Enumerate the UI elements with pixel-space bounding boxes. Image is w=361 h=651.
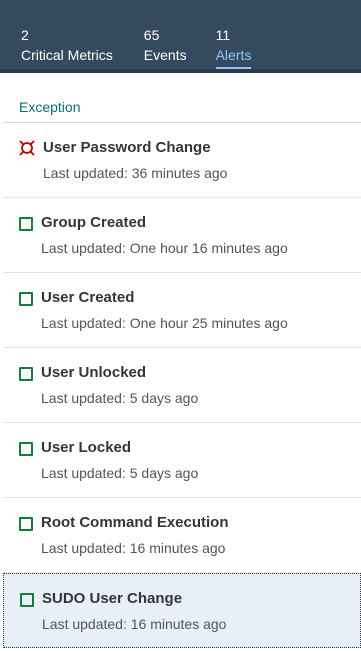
item-subtitle: Last updated: One hour 16 minutes ago <box>41 240 288 256</box>
list-item[interactable]: Root Command Execution Last updated: 16 … <box>3 498 361 573</box>
tab-label: Alerts <box>215 47 252 63</box>
item-subtitle: Last updated: 36 minutes ago <box>43 165 228 181</box>
tab-alerts[interactable]: 11 Alerts <box>215 25 252 69</box>
alert-list: User Password Change Last updated: 36 mi… <box>0 123 361 648</box>
item-subtitle: Last updated: 5 days ago <box>41 390 199 406</box>
tab-events[interactable]: 65 Events <box>144 25 187 65</box>
status-square-icon <box>19 292 33 306</box>
item-title: User Unlocked <box>41 364 147 381</box>
app-header: 2 Critical Metrics 65 Events 11 Alerts <box>0 0 361 73</box>
list-item[interactable]: User Password Change Last updated: 36 mi… <box>3 123 361 198</box>
tab-label: Events <box>143 47 187 63</box>
list-item[interactable]: User Locked Last updated: 5 days ago <box>3 423 361 498</box>
critical-alert-icon <box>18 139 36 157</box>
item-title: User Password Change <box>43 139 211 156</box>
group-header: Exception <box>3 73 361 123</box>
list-item[interactable]: User Unlocked Last updated: 5 days ago <box>3 348 361 423</box>
item-subtitle: Last updated: One hour 25 minutes ago <box>41 315 288 331</box>
tab-label: Critical Metrics <box>21 47 113 63</box>
list-item[interactable]: Group Created Last updated: One hour 16 … <box>3 198 361 273</box>
status-square-icon <box>19 217 33 231</box>
item-title: User Locked <box>41 439 132 456</box>
status-square-icon <box>19 367 33 381</box>
status-square-icon <box>19 517 33 531</box>
item-title: Root Command Execution <box>41 514 229 531</box>
tab-critical-metrics[interactable]: 2 Critical Metrics <box>21 25 113 65</box>
item-title: User Created <box>41 289 135 306</box>
tab-count: 65 <box>143 27 160 43</box>
list-item[interactable]: User Created Last updated: One hour 25 m… <box>3 273 361 348</box>
tab-count: 11 <box>215 27 231 43</box>
item-subtitle: Last updated: 16 minutes ago <box>41 540 226 556</box>
tab-count: 2 <box>21 27 29 43</box>
group-title: Exception <box>19 99 81 115</box>
item-subtitle: Last updated: 16 minutes ago <box>42 616 227 632</box>
item-title: SUDO User Change <box>42 590 183 607</box>
item-title: Group Created <box>41 214 147 231</box>
status-square-icon <box>19 442 33 456</box>
tab-bar: 2 Critical Metrics 65 Events 11 Alerts <box>21 25 252 69</box>
status-square-icon <box>20 593 34 607</box>
list-item-selected[interactable]: SUDO User Change Last updated: 16 minute… <box>3 573 361 648</box>
item-subtitle: Last updated: 5 days ago <box>41 465 199 481</box>
